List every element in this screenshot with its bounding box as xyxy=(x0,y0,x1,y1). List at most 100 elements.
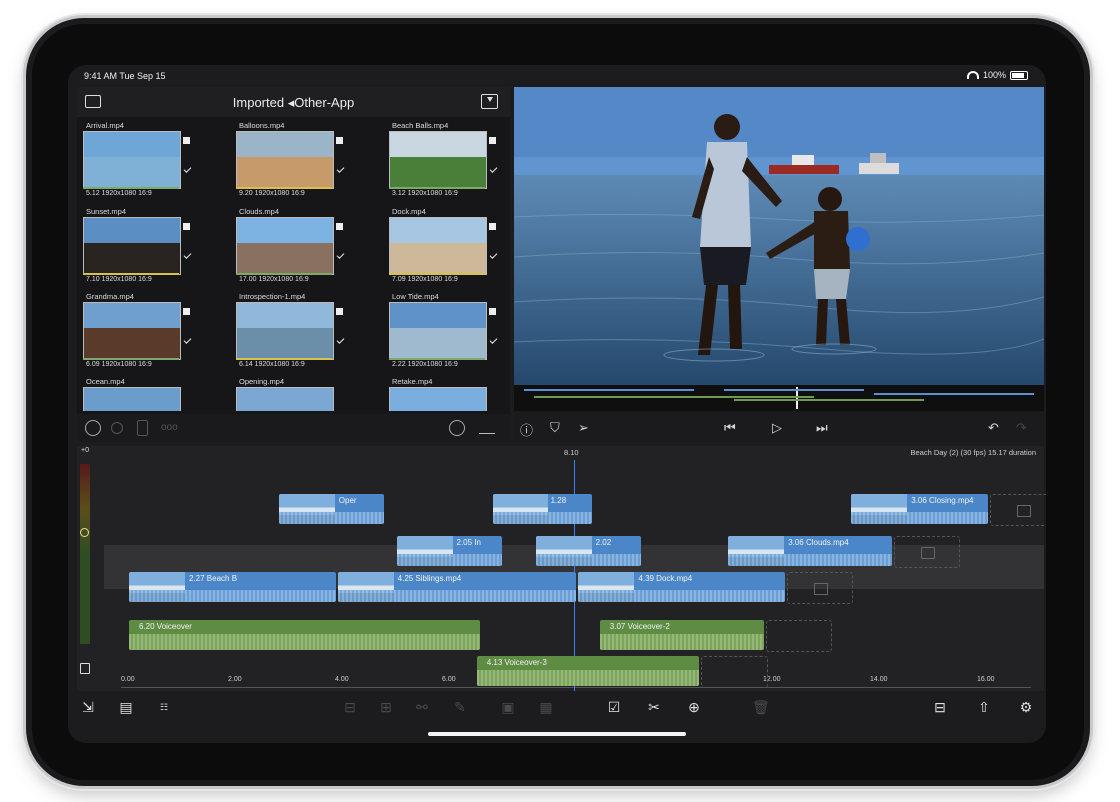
video-clip[interactable]: 2.27 Beach B xyxy=(129,572,336,602)
redo-icon[interactable]: ↷ xyxy=(1016,420,1027,436)
media-clip-used-bar xyxy=(389,273,485,275)
flag-icon[interactable] xyxy=(183,223,190,230)
more-icon[interactable]: ooo xyxy=(161,422,178,433)
flag-icon[interactable] xyxy=(489,223,496,230)
flag-icon[interactable] xyxy=(489,137,496,144)
share-icon[interactable]: ⇧ xyxy=(976,699,992,715)
timeline-minimap[interactable] xyxy=(514,385,1044,411)
video-clip[interactable]: 3.06 Clouds.mp4 xyxy=(728,536,893,566)
browser-title[interactable]: Imported ◂Other-App xyxy=(77,95,510,111)
link-icon[interactable]: ⚯ xyxy=(414,699,430,715)
checkbox-icon[interactable]: ☑ xyxy=(606,699,622,715)
media-clip[interactable]: Clouds.mp4 17.00 1920x1080 16:9 xyxy=(236,207,376,289)
media-clip-thumbnail[interactable] xyxy=(389,387,487,411)
video-clip-label: 2.05 In xyxy=(456,538,481,547)
empty-audio-slot[interactable] xyxy=(701,656,768,688)
split-icon[interactable]: ⊟ xyxy=(342,699,358,715)
flag-icon[interactable] xyxy=(336,308,343,315)
video-clip[interactable]: 2.02 xyxy=(535,536,641,566)
media-clip[interactable]: Beach Balls.mp4 3.12 1920x1080 16:9 xyxy=(389,121,510,203)
media-clip-meta: 17.00 1920x1080 16:9 xyxy=(239,276,309,283)
audio-waveform xyxy=(476,670,700,686)
media-clip-thumbnail[interactable] xyxy=(83,217,181,275)
media-clip[interactable]: Low Tide.mp4 2.22 1920x1080 16:9 xyxy=(389,292,510,374)
import-media-icon[interactable]: ⇲ xyxy=(80,699,96,715)
trash-icon[interactable] xyxy=(137,420,148,436)
media-clip[interactable]: Ocean.mp4 xyxy=(83,377,223,411)
settings-icon[interactable]: ⚙ xyxy=(1018,699,1034,715)
media-clip-meta: 9.20 1920x1080 16:9 xyxy=(239,190,305,197)
preview-video[interactable] xyxy=(514,87,1044,385)
ruler-tick-label: 14.00 xyxy=(870,676,888,683)
media-clip[interactable]: Balloons.mp4 9.20 1920x1080 16:9 xyxy=(236,121,376,203)
info-icon[interactable]: ⓘ xyxy=(520,420,533,439)
media-clip-thumbnail[interactable] xyxy=(236,387,334,411)
undo-icon[interactable]: ↶ xyxy=(988,420,999,436)
media-clip-thumbnail[interactable] xyxy=(83,387,181,411)
media-clip[interactable]: Grandma.mp4 6.09 1920x1080 16:9 xyxy=(83,292,223,374)
trash-icon[interactable]: 🗑 xyxy=(752,699,770,715)
media-clip-thumbnail[interactable] xyxy=(389,217,487,275)
media-clip-thumbnail[interactable] xyxy=(389,302,487,360)
media-clip-name: Sunset.mp4 xyxy=(86,207,127,216)
media-clip-meta: 7.09 1920x1080 16:9 xyxy=(392,276,458,283)
pen-icon[interactable]: ✎ xyxy=(452,699,468,715)
layout-icon[interactable]: ⊟ xyxy=(932,699,948,715)
send-to-icon[interactable]: ➢ xyxy=(578,420,589,436)
flag-icon[interactable] xyxy=(336,223,343,230)
add-icon[interactable]: ⊕ xyxy=(686,699,702,715)
import-icon[interactable] xyxy=(481,94,498,109)
select-check-icon[interactable] xyxy=(85,420,101,436)
audio-clip[interactable]: 3.07 Voiceover-2 xyxy=(599,620,764,650)
flag-icon[interactable] xyxy=(489,308,496,315)
media-clip-thumbnail[interactable] xyxy=(236,131,334,189)
audio-clip[interactable]: 6.20 Voiceover xyxy=(129,620,481,650)
video-clip[interactable]: 3.06 Closing.mp4 xyxy=(851,494,989,524)
storyboard-icon[interactable]: ▤ xyxy=(118,699,134,715)
media-clip-thumbnail[interactable] xyxy=(83,131,181,189)
status-bar: 9:41 AM Tue Sep 15 100% xyxy=(68,65,1046,85)
empty-clip-slot[interactable] xyxy=(990,494,1046,526)
media-clip-thumbnail[interactable] xyxy=(236,302,334,360)
media-clip-thumbnail[interactable] xyxy=(389,131,487,189)
audio-clip[interactable]: 4.13 Voiceover-3 xyxy=(476,656,700,686)
ruler-tick-label: 0.00 xyxy=(121,676,135,683)
media-clip-thumbnail[interactable] xyxy=(236,217,334,275)
tracks-icon[interactable]: ☷ xyxy=(156,699,172,715)
scissors-icon[interactable]: ✂ xyxy=(646,699,662,715)
flag-icon[interactable] xyxy=(336,137,343,144)
media-clip[interactable]: Retake.mp4 xyxy=(389,377,510,411)
clipboard-icon[interactable]: ▦ xyxy=(538,699,554,715)
video-clip-label: 4.25 Siblings.mp4 xyxy=(397,574,462,583)
audio-waveform xyxy=(728,554,893,566)
video-clip[interactable]: 1.28 xyxy=(492,494,593,524)
media-clip-thumbnail[interactable] xyxy=(83,302,181,360)
empty-clip-slot[interactable] xyxy=(787,572,854,604)
video-clip-label: 2.02 xyxy=(595,538,612,547)
search-icon[interactable] xyxy=(449,420,465,436)
media-clip[interactable]: Introspection-1.mp4 6.14 1920x1080 16:9 xyxy=(236,292,376,374)
empty-audio-slot[interactable] xyxy=(765,620,832,652)
minimap-clip-bar xyxy=(724,389,864,391)
media-clip[interactable]: Dock.mp4 7.09 1920x1080 16:9 xyxy=(389,207,510,289)
filter-people-icon[interactable] xyxy=(479,419,495,434)
video-clip[interactable]: 4.25 Siblings.mp4 xyxy=(337,572,577,602)
browser-header: Imported ◂Other-App xyxy=(77,87,510,117)
marker-icon[interactable]: ⛉ xyxy=(550,420,560,436)
flag-icon[interactable] xyxy=(183,137,190,144)
media-clip[interactable]: Opening.mp4 xyxy=(236,377,376,411)
media-clip[interactable]: Arrival.mp4 5.12 1920x1080 16:9 xyxy=(83,121,223,203)
empty-clip-slot[interactable] xyxy=(894,536,961,568)
skip-forward-icon[interactable]: ⏭ xyxy=(816,420,828,436)
skip-back-icon[interactable]: ⏮ xyxy=(724,420,736,436)
video-clip[interactable]: Oper xyxy=(278,494,384,524)
trim-icon[interactable]: ⊞ xyxy=(378,699,394,715)
media-clip[interactable]: Sunset.mp4 7.10 1920x1080 16:9 xyxy=(83,207,223,289)
play-icon[interactable]: ▷ xyxy=(772,420,782,436)
photo-icon[interactable]: ▣ xyxy=(500,699,516,715)
flag-icon[interactable] xyxy=(183,308,190,315)
timeline[interactable]: 8.10 Beach Day (2) (30 fps) 15.17 durati… xyxy=(77,446,1046,691)
video-clip[interactable]: 4.39 Dock.mp4 xyxy=(578,572,786,602)
video-clip[interactable]: 2.05 In xyxy=(396,536,502,566)
record-icon[interactable] xyxy=(111,422,123,434)
